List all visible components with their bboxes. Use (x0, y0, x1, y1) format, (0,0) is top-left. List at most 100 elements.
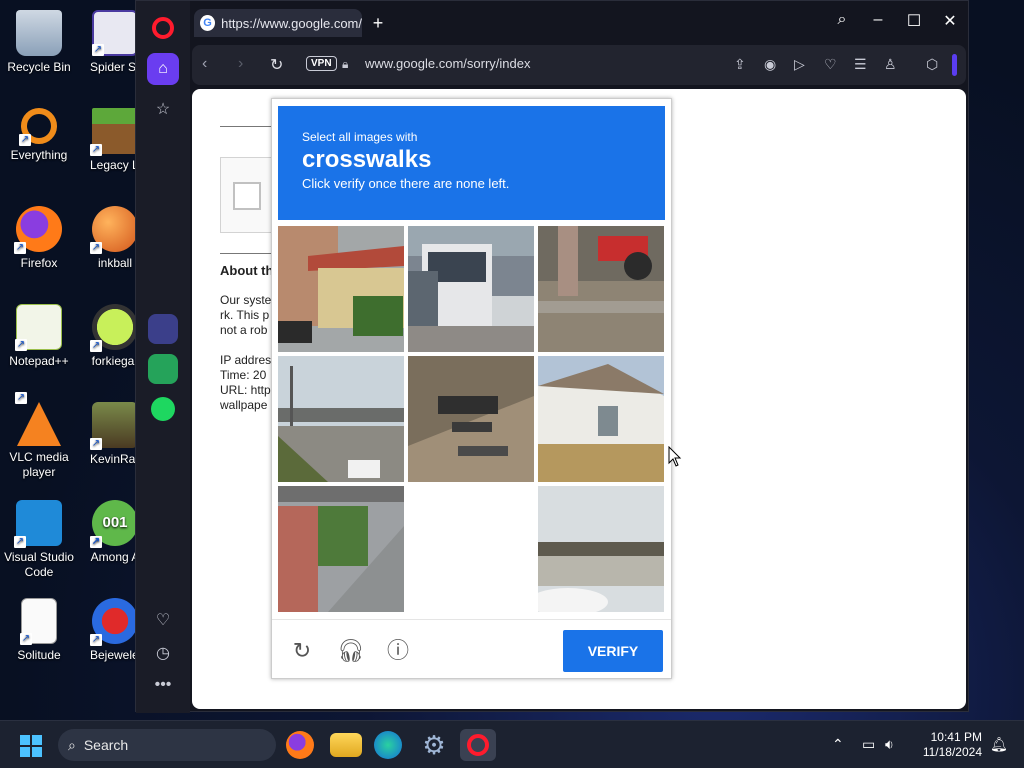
play-icon[interactable]: ▷ (794, 56, 805, 73)
desktop-icon-forkiegar[interactable]: ↗ forkiegar (90, 304, 140, 369)
horse-icon: ↗ (90, 402, 138, 450)
desktop-icon-solitude[interactable]: ↗ Solitude (0, 598, 78, 663)
captcha-tile-1[interactable] (278, 226, 404, 352)
home-icon[interactable]: ⌂ (147, 53, 179, 85)
captcha-tile-4[interactable] (278, 356, 404, 482)
windows-start-icon[interactable] (20, 735, 42, 757)
notepadplusplus-icon: ↗ (15, 304, 62, 351)
history-clock-icon[interactable]: ◷ (147, 637, 179, 669)
target-word: crosswalks (302, 146, 432, 173)
audio-challenge-icon[interactable]: 🎧︎ (337, 638, 365, 664)
desktop-icon-inkball[interactable]: ↗ inkball (90, 206, 140, 271)
recaptcha-checkbox[interactable] (233, 182, 261, 210)
edge-icon[interactable] (374, 731, 402, 759)
desktop-icon-everything[interactable]: ↗ Everything (0, 108, 78, 163)
captcha-footer: ↻ 🎧︎ ⓘ VERIFY (272, 619, 671, 679)
new-tab-icon[interactable]: + (368, 13, 388, 33)
heart-icon[interactable]: ♡ (147, 604, 179, 636)
desktop-icon-bejeweled[interactable]: ↗ Bejewele Deluxe (90, 598, 140, 663)
solitaire-icon: ↗ (20, 598, 57, 645)
volume-icon[interactable]: 🔉︎ (885, 736, 894, 753)
desktop-icon-label: Among A (90, 550, 140, 564)
file-explorer-icon[interactable] (330, 733, 362, 757)
recycle-bin-icon (16, 10, 62, 56)
instruction-line: Select all images with (302, 130, 418, 144)
whatsapp-icon[interactable] (147, 353, 179, 385)
overpass-photo (278, 356, 404, 482)
search-tabs-icon[interactable]: ⌕ (830, 11, 854, 29)
bejeweled-icon: ↗ (90, 598, 138, 646)
desktop-icon-label: Spider Solitude (90, 60, 140, 74)
system-clock[interactable]: 10:41 PM 11/18/2024 (910, 730, 982, 760)
desktop-icon-among-us[interactable]: 001 ↗ Among A (90, 500, 140, 565)
captcha-tile-9[interactable] (538, 486, 664, 612)
url-line: URL: http (220, 383, 271, 397)
address-bar: ‹ › ↻ VPN 🔒︎ www.google.com/sorry/index … (192, 45, 966, 85)
brick-building-photo (278, 486, 404, 612)
desktop-icon-spider-solitude[interactable]: ↗ Spider Solitude (90, 10, 140, 75)
desktop-icon-vlc[interactable]: ↗ VLC media player (0, 392, 78, 480)
spider-solitaire-icon: ↗ (92, 10, 138, 56)
desktop-icon-label: Firefox (20, 256, 58, 270)
bridge-underside-photo (408, 356, 534, 482)
house-photo (278, 226, 404, 352)
opera-logo-icon[interactable] (152, 17, 174, 39)
desktop-icon-label: Visual Studio Code (4, 550, 74, 579)
bus-photo (408, 226, 534, 352)
reload-challenge-icon[interactable]: ↻ (289, 638, 315, 664)
desktop-icon-label: forkiegar (91, 354, 139, 368)
star-icon[interactable]: ☆ (147, 93, 179, 125)
tab-title: https://www.google.com/ (221, 15, 362, 31)
spotify-icon[interactable] (147, 393, 179, 425)
google-favicon-icon: G (200, 15, 216, 31)
messenger-icon[interactable] (147, 313, 179, 345)
close-icon[interactable]: ✕ (938, 11, 962, 31)
clock-date: 11/18/2024 (922, 745, 982, 759)
lock-icon[interactable]: 🔒︎ (342, 57, 348, 72)
opera-taskbar-button[interactable] (460, 729, 496, 761)
heart-icon[interactable]: ♡ (824, 56, 837, 73)
maximize-icon[interactable]: ☐ (902, 11, 926, 31)
minecraft-legacy-launcher-icon: ↗ (90, 108, 138, 156)
url-field[interactable]: www.google.com/sorry/index (365, 56, 530, 71)
firefox-icon[interactable] (286, 731, 314, 759)
desktop-icon-firefox[interactable]: ↗ Firefox (0, 206, 78, 271)
minimize-icon[interactable]: – (866, 11, 890, 29)
back-icon[interactable]: ‹ (202, 55, 207, 73)
forward-icon[interactable]: › (238, 55, 243, 73)
desktop-icon-label: KevinRaci (90, 452, 140, 466)
more-dots-icon[interactable]: ••• (147, 669, 179, 701)
captcha-tile-2[interactable] (408, 226, 534, 352)
settings-gear-icon[interactable]: ⚙ (418, 729, 450, 761)
captcha-tile-8[interactable] (408, 486, 534, 612)
profile-icon[interactable]: ♙ (884, 56, 897, 73)
taskbar-search[interactable]: ⌕ Search (58, 729, 276, 761)
reload-icon[interactable]: ↻ (270, 55, 283, 75)
share-icon[interactable]: ⇪ (734, 56, 746, 73)
captcha-tile-5[interactable] (408, 356, 534, 482)
captcha-tile-6[interactable] (538, 356, 664, 482)
captcha-tile-7[interactable] (278, 486, 404, 612)
captcha-tile-3[interactable] (538, 226, 664, 352)
desktop-icon-legacy-launcher[interactable]: ↗ Legacy Launch... (90, 108, 140, 173)
info-icon[interactable]: ⓘ (385, 638, 411, 664)
desktop-icon-vscode[interactable]: ↗ Visual Studio Code (0, 500, 78, 580)
time-line: Time: 20 (220, 368, 267, 382)
verify-button[interactable]: VERIFY (563, 630, 663, 672)
easy-setup-icon[interactable]: ☰ (854, 56, 867, 73)
camera-icon[interactable]: ◉ (764, 56, 776, 73)
notification-bell-icon[interactable]: 🔔︎ (990, 736, 1008, 753)
vpn-badge[interactable]: VPN (306, 56, 337, 71)
instruction-line: Click verify once there are none left. (302, 176, 510, 191)
tab-google[interactable]: G https://www.google.com/ (194, 9, 362, 37)
desktop-icon-kevinracing[interactable]: ↗ KevinRaci (90, 402, 140, 467)
sidebar-toggle[interactable] (952, 54, 957, 76)
clock-time: 10:41 PM (930, 730, 982, 744)
white-house-photo (538, 356, 664, 482)
desktop-icon-label: VLC media player (9, 450, 69, 479)
chevron-up-icon[interactable]: ⌃ (832, 736, 844, 753)
network-icon[interactable]: ▭ (862, 736, 875, 753)
extensions-cube-icon[interactable]: ⬡ (926, 56, 938, 73)
desktop-icon-recycle-bin[interactable]: Recycle Bin (0, 10, 78, 75)
desktop-icon-notepadplusplus[interactable]: ↗ Notepad++ (0, 304, 78, 369)
